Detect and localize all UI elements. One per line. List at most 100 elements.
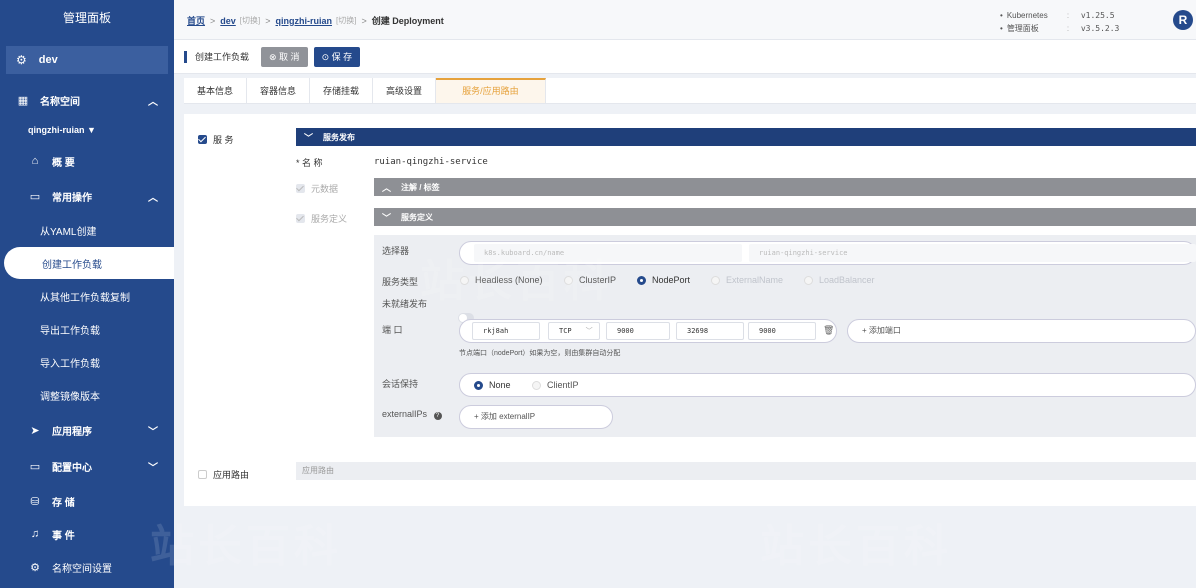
radio-checked-icon bbox=[637, 276, 646, 286]
breadcrumb-cluster[interactable]: dev bbox=[220, 16, 236, 26]
chevron-down-icon: ﹀ bbox=[148, 426, 158, 438]
settings-icon: ⚙ bbox=[30, 561, 40, 574]
targetport-input[interactable]: 9000 bbox=[748, 322, 816, 340]
selector-value-input[interactable]: ruian-qingzhi-service bbox=[749, 244, 1196, 262]
option-label: None bbox=[489, 380, 511, 390]
delete-icon[interactable]: 🗑 bbox=[823, 325, 834, 336]
help-icon[interactable]: ? bbox=[433, 412, 442, 420]
sidebar-item-copy-workload[interactable]: 从其他工作负载复制 bbox=[0, 280, 174, 312]
port-protocol-select[interactable]: TCP ﹀ bbox=[548, 322, 600, 340]
tab-service-route[interactable]: 服务/应用路由 bbox=[436, 78, 546, 103]
sidebar-item-create-yaml[interactable]: 从YAML创建 bbox=[0, 214, 174, 246]
chevron-up-icon: ︿ bbox=[148, 192, 158, 204]
breadcrumb-cluster-switch[interactable]: [切换] bbox=[240, 15, 260, 26]
sidebar-item-applications[interactable]: ➤ 应用程序 ﹀ bbox=[0, 414, 174, 446]
breadcrumb-namespace-switch[interactable]: [切换] bbox=[336, 15, 356, 26]
session-clientip-option[interactable]: ClientIP bbox=[532, 380, 579, 391]
sidebar-item-export-workload[interactable]: 导出工作负载 bbox=[0, 313, 174, 345]
sidebar-item-label: 常用操作 bbox=[52, 192, 92, 204]
tab-container-info[interactable]: 容器信息 bbox=[247, 78, 311, 103]
cluster-name: dev bbox=[38, 54, 58, 66]
svcdef-header[interactable]: ﹀ 服务定义 bbox=[374, 208, 1196, 226]
user-avatar[interactable]: R bbox=[1173, 10, 1193, 30]
cluster-selector[interactable]: ⚙ dev bbox=[6, 46, 168, 74]
checkbox-checked-icon bbox=[198, 135, 207, 145]
service-definition-box: 选择器 k8s.kuboard.cn/name ruian-qingzhi-se… bbox=[374, 235, 1196, 437]
sidebar-item-import-workload[interactable]: 导入工作负载 bbox=[0, 346, 174, 378]
page-title: 创建工作负载 bbox=[195, 52, 250, 62]
add-externalip-button[interactable]: + 添加 externalIP bbox=[459, 405, 613, 429]
option-label: Headless (None) bbox=[475, 275, 543, 285]
tab-basic-info[interactable]: 基本信息 bbox=[184, 78, 248, 103]
option-label: ClusterIP bbox=[579, 275, 617, 285]
folder-icon: ▭ bbox=[29, 190, 41, 203]
sidebar-item-label: 存 储 bbox=[52, 497, 75, 509]
tab-advanced[interactable]: 高级设置 bbox=[373, 78, 437, 103]
route-checkbox[interactable]: 应用路由 bbox=[198, 467, 249, 481]
metadata-checkbox: 元数据 bbox=[296, 181, 338, 195]
sidebar-item-label: 概 要 bbox=[52, 157, 75, 169]
sidebar-item-overview[interactable]: ⌂ 概 要 bbox=[0, 145, 174, 177]
breadcrumb-current: 创建 Deployment bbox=[371, 16, 444, 26]
sidebar-item-label: 配置中心 bbox=[52, 462, 92, 474]
sidebar-item-label: 名称空间设置 bbox=[52, 563, 112, 575]
metadata-label: 元数据 bbox=[311, 184, 339, 194]
add-port-button[interactable]: + 添加端口 bbox=[847, 319, 1196, 343]
sidebar-item-namespace[interactable]: ▦ 名称空间 ︿ bbox=[0, 84, 174, 116]
sidebar-item-namespace-settings[interactable]: ⚙ 名称空间设置 bbox=[0, 551, 174, 583]
sidebar-item-namespace-select[interactable]: qingzhi-ruian ▼ bbox=[0, 114, 174, 146]
sidebar-item-label: 从其他工作负载复制 bbox=[40, 292, 130, 304]
tab-storage-mount[interactable]: 存储挂载 bbox=[310, 78, 374, 103]
type-headless-option[interactable]: Headless (None) bbox=[460, 275, 543, 286]
type-clusterip-option[interactable]: ClusterIP bbox=[564, 275, 617, 286]
type-nodeport-option[interactable]: NodePort bbox=[637, 275, 690, 286]
breadcrumb-home[interactable]: 首页 bbox=[187, 14, 205, 27]
route-header: 应用路由 bbox=[296, 462, 1196, 480]
checkbox-disabled-icon bbox=[296, 214, 305, 224]
svcdef-title: 服务定义 bbox=[401, 212, 434, 222]
selector-key-input[interactable]: k8s.kuboard.cn/name bbox=[474, 244, 742, 262]
chevron-up-icon: ︿ bbox=[148, 96, 158, 108]
externalips-text: externalIPs bbox=[382, 409, 428, 419]
toolbar: 创建工作负载 ⊗ 取 消 ⊙ 保 存 bbox=[174, 40, 1196, 74]
selector-label: 选择器 bbox=[382, 246, 410, 256]
option-label: LoadBalancer bbox=[819, 275, 875, 285]
service-publish-title: 服务发布 bbox=[323, 132, 356, 142]
nodeport-input[interactable]: 32698 bbox=[676, 322, 744, 340]
k8s-version: v1.25.5 bbox=[1080, 11, 1115, 20]
service-type-label: 服务类型 bbox=[382, 277, 419, 287]
radio-icon bbox=[711, 276, 720, 286]
version-colon: : bbox=[1066, 24, 1070, 33]
breadcrumb: 首页 > dev [切换] > qingzhi-ruian [切换] > 创建 … bbox=[187, 14, 444, 27]
session-none-option[interactable]: None bbox=[474, 380, 511, 391]
breadcrumb-namespace[interactable]: qingzhi-ruian bbox=[276, 16, 333, 26]
sidebar-item-adjust-image[interactable]: 调整镜像版本 bbox=[0, 379, 174, 411]
service-publish-header[interactable]: ﹀ 服务发布 bbox=[296, 128, 1196, 146]
type-externalname-option: ExternalName bbox=[711, 275, 783, 286]
annotations-header[interactable]: ︿ 注解 / 标签 bbox=[374, 178, 1196, 196]
tab-bar: 基本信息 容器信息 存储挂载 高级设置 服务/应用路由 bbox=[184, 78, 1196, 104]
chevron-down-icon: ﹀ bbox=[382, 212, 392, 223]
header: 首页 > dev [切换] > qingzhi-ruian [切换] > 创建 … bbox=[174, 0, 1196, 40]
sidebar-item-label: qingzhi-ruian ▼ bbox=[28, 125, 96, 135]
sidebar-item-label: 从YAML创建 bbox=[40, 226, 97, 238]
service-checkbox[interactable]: 服 务 bbox=[198, 132, 234, 146]
sidebar-item-events[interactable]: ♫ 事 件 bbox=[0, 518, 174, 550]
chevron-down-icon: ﹀ bbox=[148, 462, 158, 474]
gear-icon: ⚙ bbox=[16, 53, 27, 67]
version-colon: : bbox=[1066, 11, 1070, 20]
unready-label: 未就绪发布 bbox=[382, 299, 428, 309]
sidebar-item-storage[interactable]: ⛁ 存 储 bbox=[0, 485, 174, 517]
sidebar-item-create-workload[interactable]: 创建工作负载 bbox=[4, 247, 174, 279]
sidebar-item-config-center[interactable]: ▭ 配置中心 ﹀ bbox=[0, 450, 174, 482]
chevron-up-icon: ︿ bbox=[382, 182, 392, 193]
watermark: 站长百科 bbox=[150, 522, 342, 571]
cancel-button[interactable]: ⊗ 取 消 bbox=[261, 46, 308, 67]
sidebar: 管理面板 ⚙ dev ▦ 名称空间 ︿ qingzhi-ruian ▼ ⌂ 概 … bbox=[0, 0, 174, 588]
sidebar-item-common-ops[interactable]: ▭ 常用操作 ︿ bbox=[0, 180, 174, 212]
database-icon: ⛁ bbox=[30, 495, 40, 508]
save-button[interactable]: ⊙ 保 存 bbox=[313, 46, 361, 67]
sidebar-item-label: 事 件 bbox=[52, 530, 75, 542]
port-name-input[interactable]: rkj8ah bbox=[472, 322, 540, 340]
port-input[interactable]: 9000 bbox=[606, 322, 670, 340]
